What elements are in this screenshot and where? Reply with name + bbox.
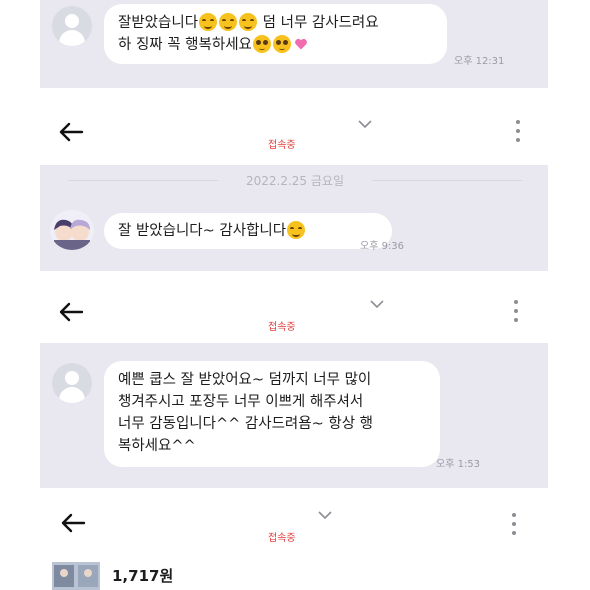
message-text-line: 복하세요^^ (118, 438, 196, 454)
message-text: 하 징짜 꼭 행복하세요 (118, 37, 252, 53)
back-arrow-icon[interactable] (58, 122, 84, 142)
message-time: 오후 1:53 (436, 459, 481, 470)
chat-header-1: 접속중 (40, 98, 548, 160)
date-divider-left (68, 180, 218, 181)
message-text: 잘받았습니다 (118, 15, 199, 31)
smile-emoji-icon (199, 13, 218, 31)
back-arrow-icon[interactable] (60, 513, 86, 533)
chat-panel-2: 2022.2.25 금요일 잘 받았습니다~ 감사합니다 오후 9:36 (40, 165, 548, 271)
chevron-down-icon[interactable] (370, 300, 384, 308)
smile-emoji-icon (219, 13, 238, 31)
chat-panel-1: 잘받았습니다 덤 너무 감사드려요 하 징짜 꼭 행복하세요 오후 12:31 (40, 0, 548, 88)
message-bubble: 잘받았습니다 덤 너무 감사드려요 하 징짜 꼭 행복하세요 (104, 4, 447, 64)
pleading-emoji-icon (252, 35, 271, 53)
date-separator: 2022.2.25 금요일 (245, 174, 344, 188)
message-time: 오후 12:31 (454, 56, 505, 67)
smile-emoji-icon (239, 13, 258, 31)
online-status: 접속중 (268, 322, 296, 333)
more-options-icon[interactable] (512, 513, 516, 535)
message-time: 오후 9:36 (360, 241, 405, 252)
user-avatar[interactable] (50, 210, 94, 250)
chat-header-3: 접속중 (40, 495, 548, 553)
chevron-down-icon[interactable] (318, 511, 332, 519)
pleading-emoji-icon (272, 35, 291, 53)
message-text: 잘 받았습니다~ 감사합니다 (118, 223, 287, 239)
user-avatar[interactable] (52, 6, 92, 46)
message-bubble: 잘 받았습니다~ 감사합니다 (104, 213, 392, 249)
date-divider-right (372, 180, 522, 181)
online-status: 접속중 (268, 533, 296, 544)
more-options-icon[interactable] (514, 300, 518, 322)
smile-emoji-icon (287, 221, 306, 239)
product-thumbnail[interactable] (52, 562, 100, 590)
user-avatar[interactable] (52, 363, 92, 403)
back-arrow-icon[interactable] (58, 302, 84, 322)
online-status: 접속중 (268, 140, 296, 151)
message-text: 덤 너무 감사드려요 (262, 15, 379, 31)
message-text-line: 예쁜 쿱스 잘 받았어요~ 덤까지 너무 많이 (118, 372, 372, 388)
chat-panel-3: 예쁜 쿱스 잘 받았어요~ 덤까지 너무 많이 챙겨주시고 포장두 너무 이쁘게… (40, 343, 548, 488)
product-price: 1,717원 (112, 567, 174, 585)
message-bubble: 예쁜 쿱스 잘 받았어요~ 덤까지 너무 많이 챙겨주시고 포장두 너무 이쁘게… (104, 361, 440, 467)
message-text-line: 챙겨주시고 포장두 너무 이쁘게 해주셔서 (118, 394, 364, 410)
sparkling-heart-icon (294, 36, 308, 50)
more-options-icon[interactable] (516, 120, 520, 142)
chat-header-2: 접속중 (40, 278, 548, 340)
message-text-line: 너무 감동입니다^^ 감사드려욤~ 항상 행 (118, 416, 373, 432)
chevron-down-icon[interactable] (358, 120, 372, 128)
